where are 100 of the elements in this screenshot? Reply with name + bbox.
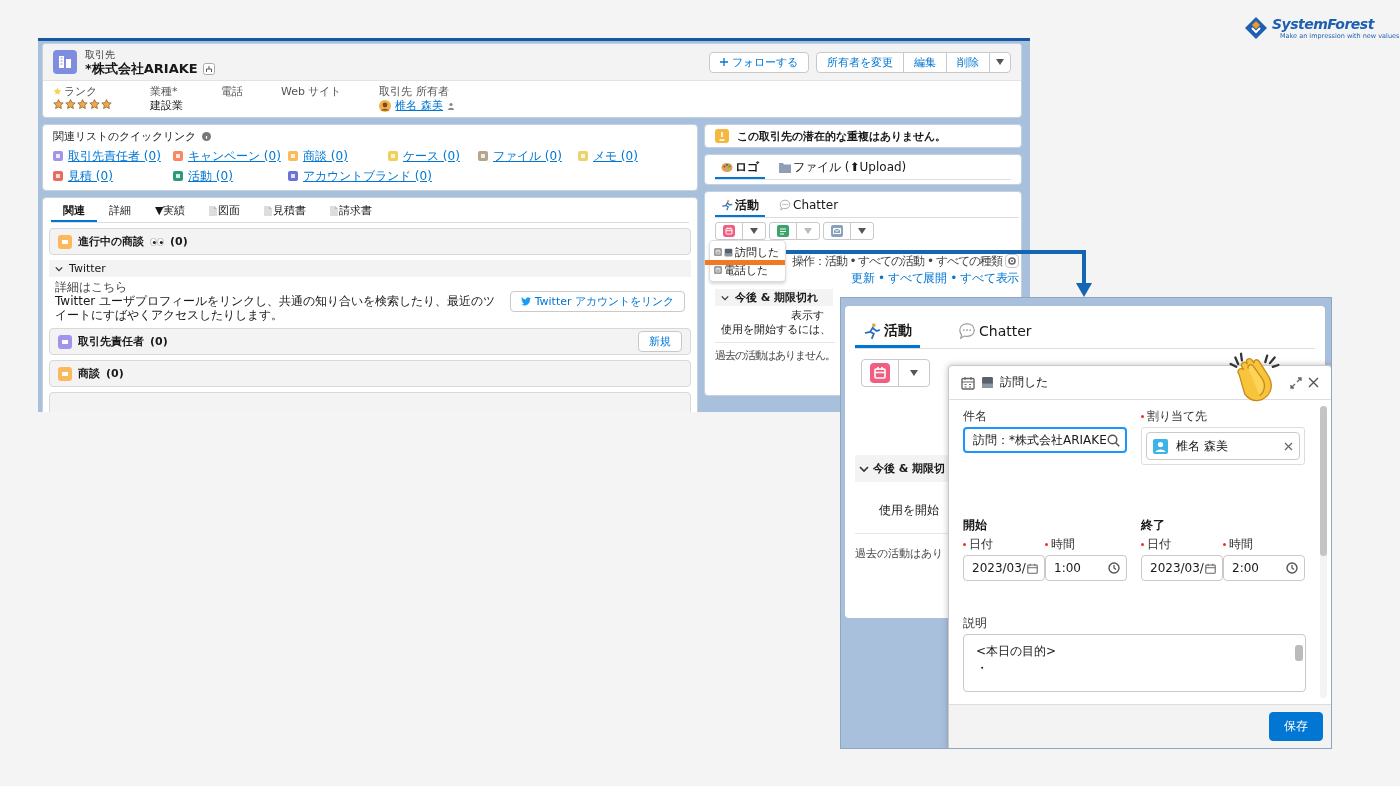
follow-button[interactable]: フォローする [709, 51, 809, 73]
owner-link[interactable]: 椎名 森美 [395, 99, 443, 112]
field-label: 説明 [963, 614, 987, 632]
quick-link[interactable]: 見積 (0) [68, 169, 113, 183]
time-field[interactable]: 1:00 [1045, 555, 1127, 581]
new-task-button[interactable] [769, 222, 797, 240]
field-label: ランク [64, 85, 97, 98]
quick-link[interactable]: 商談 (0) [303, 149, 348, 163]
list-count: (0) [170, 235, 188, 248]
image-icon [981, 376, 994, 389]
new-event-button[interactable] [715, 222, 743, 240]
tab[interactable]: ▼実績 [143, 201, 198, 222]
new-event-button[interactable] [861, 359, 899, 387]
tab[interactable]: 請求書 [318, 201, 385, 222]
building-icon [53, 50, 77, 74]
time-field[interactable]: 2:00 [1223, 555, 1305, 581]
section-title: 終了 [1141, 517, 1166, 534]
bird-icon [520, 296, 531, 306]
expand-button[interactable] [1290, 376, 1302, 389]
activity-links[interactable]: 更新 • すべて展開 • すべて表示 [851, 271, 1019, 285]
field-label: 業種* [150, 85, 179, 98]
twitter-link-button[interactable]: Twitter アカウントをリンク [509, 290, 685, 312]
document-icon [264, 205, 273, 216]
action-button[interactable]: 削除 [946, 51, 990, 73]
calendar-icon [870, 363, 890, 383]
composer-title: 訪問した [1000, 374, 1048, 391]
subject-field[interactable]: 訪問：*株式会社ARIAKE [963, 427, 1127, 453]
avatar-icon [379, 99, 392, 112]
field-label: 日付 [1147, 535, 1171, 553]
tab[interactable]: ロゴ [715, 157, 765, 179]
tab[interactable]: 見積書 [252, 201, 319, 222]
star-icon [101, 99, 112, 110]
section-toggle[interactable]: 今後 & 期限切 [855, 455, 948, 482]
tab[interactable]: Chatter [950, 316, 1040, 348]
hierarchy-icon[interactable] [202, 62, 215, 75]
section-toggle[interactable]: Twitter [49, 260, 691, 277]
tab[interactable]: 関連 [51, 201, 97, 222]
caret-icon [996, 59, 1004, 65]
tab[interactable]: 活動 [855, 316, 920, 348]
quick-link[interactable]: 活動 (0) [188, 169, 233, 183]
event-menu-button[interactable] [742, 222, 766, 240]
sparkle-icon [53, 87, 62, 96]
expand-icon [1290, 376, 1302, 389]
caret-icon [750, 228, 758, 234]
event-menu-button[interactable] [898, 359, 930, 387]
list-title: 進行中の商談 [78, 235, 144, 248]
new-button[interactable]: 新規 [638, 331, 682, 352]
change-owner-icon[interactable] [447, 101, 455, 110]
clock-icon [1286, 562, 1298, 574]
caret-icon [858, 228, 866, 234]
section-toggle[interactable]: 今後 & 期限切れ [715, 289, 833, 306]
email-menu-button[interactable] [850, 222, 874, 240]
scrollbar[interactable] [1320, 406, 1327, 698]
action-button[interactable]: 編集 [903, 51, 947, 73]
quick-link[interactable]: メモ (0) [593, 149, 638, 163]
task-icon [777, 225, 789, 237]
calendar-outline-icon [1205, 562, 1216, 574]
clock-icon [1108, 562, 1120, 574]
quick-link[interactable]: キャンペーン (0) [188, 149, 281, 163]
plus-icon [720, 58, 728, 66]
star-icon [53, 99, 64, 110]
event-icon [714, 266, 722, 274]
list-count: (0) [150, 335, 168, 348]
date-field[interactable]: 2023/03/ [1141, 555, 1223, 581]
quick-link[interactable]: ケース (0) [403, 149, 460, 163]
details-link[interactable]: 詳細はこちら [55, 280, 127, 294]
settings-icon [1007, 256, 1017, 266]
field-label: 割り当て先 [1147, 407, 1207, 425]
email-icon [831, 225, 843, 237]
field-label: 時間 [1229, 535, 1253, 553]
quick-link[interactable]: ファイル (0) [493, 149, 562, 163]
quick-link[interactable]: アカウントブランド (0) [303, 169, 432, 183]
settings-button[interactable] [1005, 254, 1019, 268]
date-field[interactable]: 2023/03/ [963, 555, 1045, 581]
quick-link[interactable]: 取引先責任者 (0) [68, 149, 161, 163]
field-label: 電話 [221, 85, 243, 98]
tab[interactable]: 詳細 [97, 201, 143, 222]
field-value: 建設業 [150, 99, 183, 112]
list-count: (0) [106, 367, 124, 380]
past-activity-text: 過去の活動はありません。 [715, 349, 835, 362]
more-actions-button[interactable] [989, 51, 1011, 73]
runner-icon [721, 199, 733, 211]
description-field[interactable]: <本日の目的> ・ [963, 634, 1306, 692]
tab[interactable]: 活動 [715, 195, 765, 217]
field-label: 取引先 所有者 [379, 85, 450, 98]
save-button[interactable]: 保存 [1269, 712, 1323, 741]
action-button[interactable]: 所有者を変更 [816, 51, 904, 73]
tab[interactable]: Chatter [773, 195, 845, 217]
remove-icon[interactable] [1284, 441, 1293, 451]
caret-icon [910, 370, 918, 376]
close-button[interactable] [1308, 377, 1319, 388]
tab[interactable]: ファイル (⬆Upload) [773, 157, 913, 179]
event-icon [714, 248, 722, 256]
caret-icon [804, 228, 812, 234]
object-label: 取引先 [85, 48, 116, 61]
tab[interactable]: 図面 [197, 201, 253, 222]
close-icon [1308, 377, 1319, 388]
info-icon [202, 132, 211, 141]
user-icon [1153, 438, 1168, 454]
calendar-icon [723, 225, 735, 237]
